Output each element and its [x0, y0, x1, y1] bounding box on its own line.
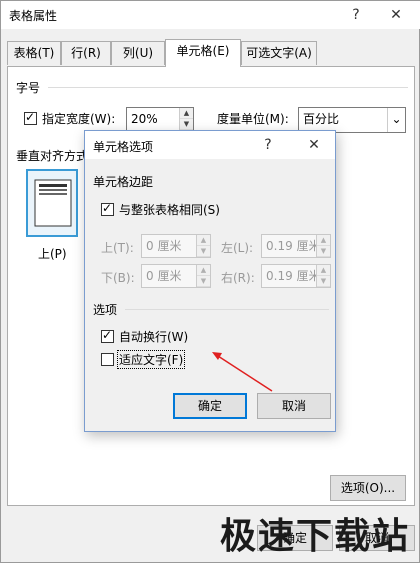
divider — [48, 87, 408, 88]
left-margin-input[interactable]: 0.19 厘米 ▲ ▼ — [261, 234, 331, 258]
width-input[interactable]: 20% ▲ ▼ — [126, 107, 194, 131]
watermark: 极速下载站 — [219, 516, 410, 557]
tab-row[interactable]: 行(R) — [61, 41, 111, 65]
ok-button[interactable]: 确定 — [173, 393, 247, 419]
right-margin-value: 0.19 厘米 — [266, 269, 321, 283]
wrap-text-label: 自动换行(W) — [119, 330, 189, 344]
measure-unit-label: 度量单位(M): — [217, 112, 289, 126]
tab-cell[interactable]: 单元格(E) — [165, 39, 241, 67]
specify-width-checkbox[interactable] — [24, 110, 37, 125]
help-icon[interactable]: ? — [339, 1, 373, 29]
tab-alt-text[interactable]: 可选文字(A) — [241, 41, 317, 65]
same-as-table-label: 与整张表格相同(S) — [119, 203, 220, 217]
close-icon[interactable]: ✕ — [297, 131, 331, 159]
left-margin-value: 0.19 厘米 — [266, 239, 321, 253]
options-group-label: 选项 — [93, 303, 118, 317]
top-margin-input[interactable]: 0 厘米 ▲ ▼ — [141, 234, 211, 258]
divider — [125, 309, 329, 310]
top-margin-label: 上(T): — [101, 241, 134, 255]
size-group-label: 字号 — [16, 81, 41, 95]
close-icon[interactable]: ✕ — [379, 1, 413, 29]
dialog-title: 单元格选项 — [93, 140, 154, 154]
tab-table[interactable]: 表格(T) — [7, 41, 61, 65]
cell-options-dialog: 单元格选项 ? ✕ 单元格边距 与整张表格相同(S) 上(T): 0 厘米 ▲▼… — [84, 130, 336, 432]
top-margin-spinner[interactable]: ▲ ▼ — [196, 235, 210, 257]
fit-text-label: 适应文字(F) — [117, 350, 186, 369]
vertical-align-label: 垂直对齐方式 — [16, 149, 89, 163]
right-margin-label: 右(R): — [221, 271, 255, 285]
title-bar: 单元格选项 ? ✕ — [85, 131, 335, 159]
align-top-icon — [34, 179, 72, 227]
tab-column[interactable]: 列(U) — [111, 41, 165, 65]
right-margin-input[interactable]: 0.19 厘米 ▲ ▼ — [261, 264, 331, 288]
align-top-option[interactable] — [26, 169, 78, 237]
same-as-table-checkbox[interactable] — [101, 201, 114, 216]
dialog-title: 表格属性 — [9, 9, 58, 23]
align-top-label: 上(P) — [38, 247, 67, 261]
top-margin-value: 0 厘米 — [146, 239, 182, 253]
right-margin-spinner[interactable]: ▲ ▼ — [316, 265, 330, 287]
chevron-down-icon: ⌄ — [387, 108, 405, 132]
help-icon[interactable]: ? — [251, 131, 285, 159]
options-button[interactable]: 选项(O)... — [330, 475, 406, 501]
wrap-text-checkbox[interactable] — [101, 328, 114, 343]
bottom-margin-input[interactable]: 0 厘米 ▲ ▼ — [141, 264, 211, 288]
title-bar: 表格属性 ? ✕ — [1, 1, 420, 29]
width-value: 20% — [131, 112, 158, 126]
cancel-button[interactable]: 取消 — [257, 393, 331, 419]
bottom-margin-label: 下(B): — [101, 271, 135, 285]
measure-unit-value: 百分比 — [303, 112, 340, 126]
width-spinner[interactable]: ▲ ▼ — [179, 108, 193, 130]
margins-group-label: 单元格边距 — [93, 175, 154, 189]
fit-text-checkbox[interactable] — [101, 353, 114, 366]
left-margin-spinner[interactable]: ▲ ▼ — [316, 235, 330, 257]
bottom-margin-spinner[interactable]: ▲ ▼ — [196, 265, 210, 287]
left-margin-label: 左(L): — [221, 241, 254, 255]
bottom-margin-value: 0 厘米 — [146, 269, 182, 283]
specify-width-label: 指定宽度(W): — [42, 112, 116, 126]
